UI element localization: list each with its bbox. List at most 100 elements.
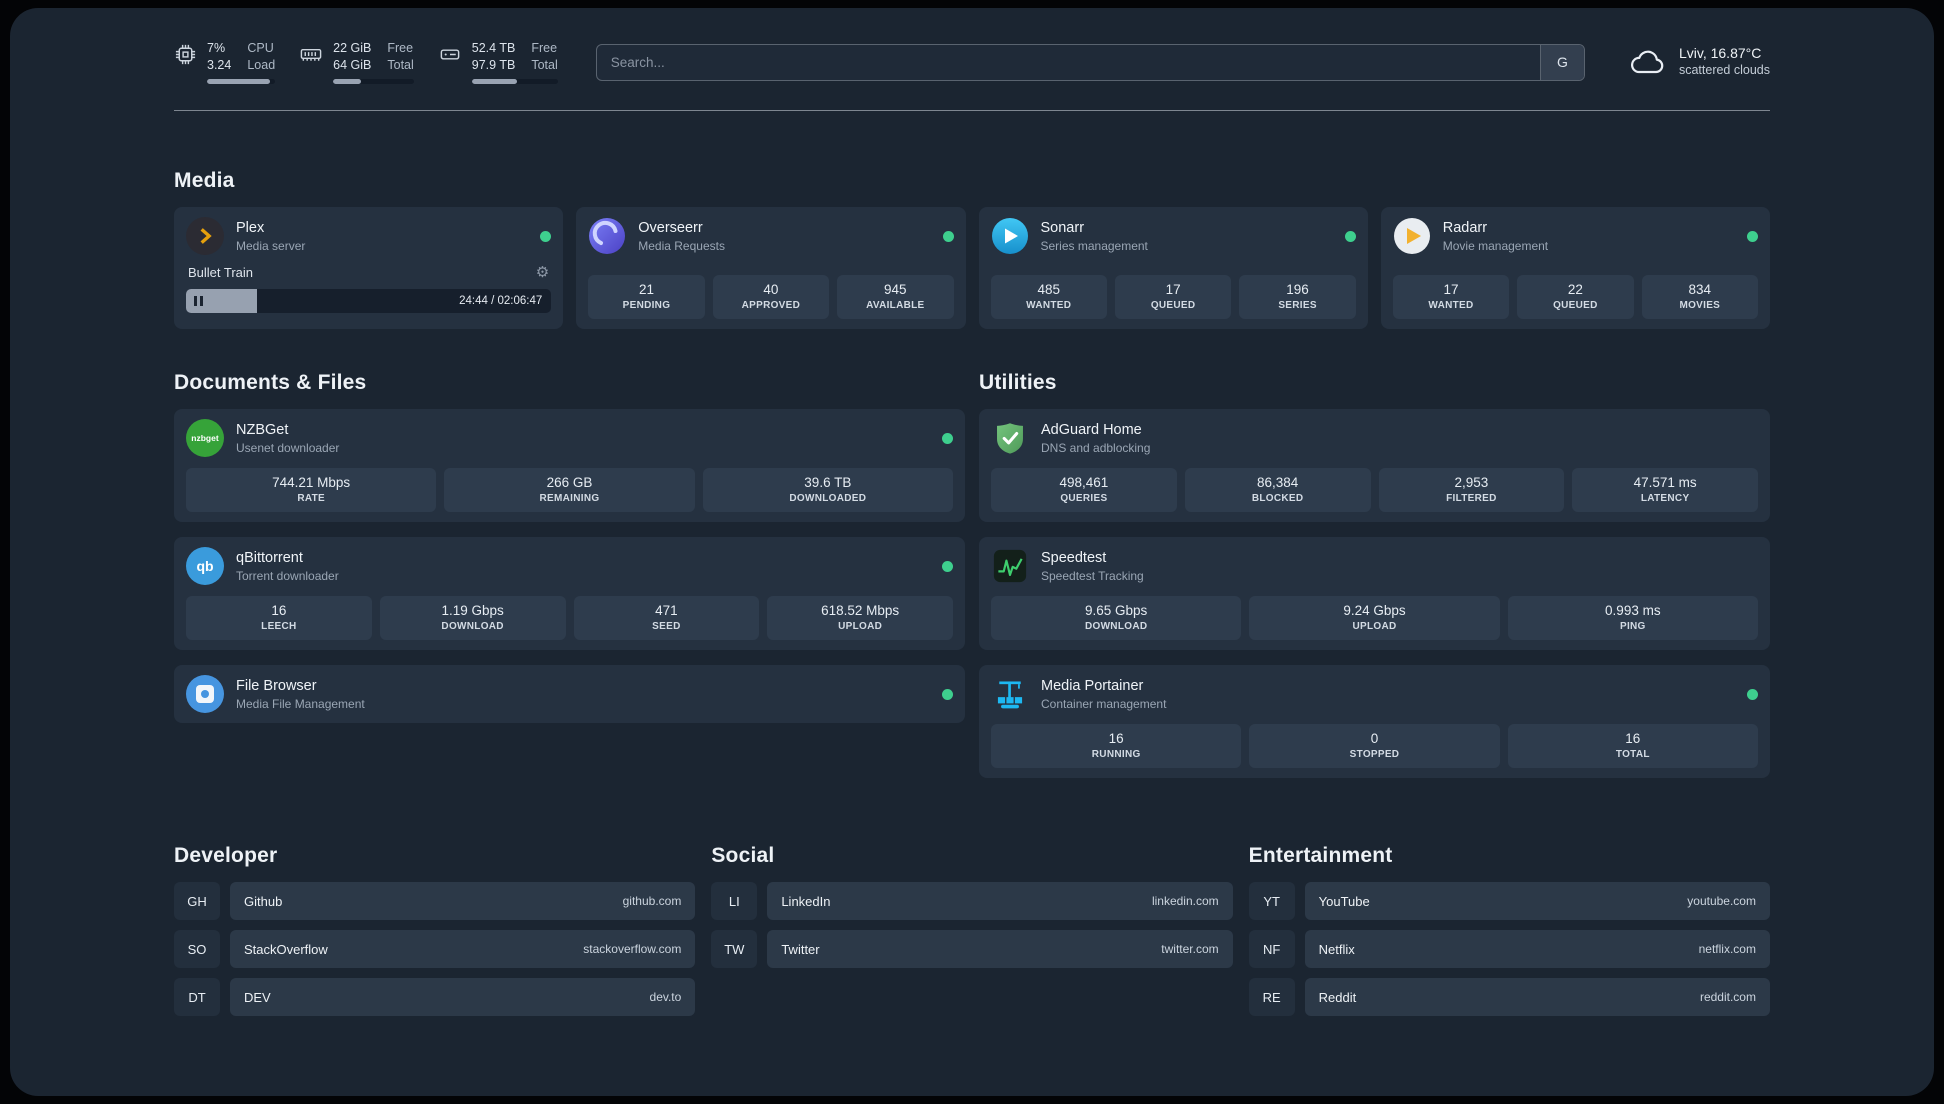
service-stats: 17 WANTED 22 QUEUED 834 MOVIES <box>1392 275 1759 319</box>
stat-value: 618.52 Mbps <box>821 603 900 618</box>
playback-progress-bar[interactable]: 24:44 / 02:06:47 <box>186 289 552 313</box>
status-dot <box>942 560 953 572</box>
service-desc: Media File Management <box>236 696 365 711</box>
stat-value: 47.571 ms <box>1633 475 1697 490</box>
bookmark-link[interactable]: YouTube youtube.com <box>1304 882 1770 920</box>
ram-bar-fill <box>333 79 361 84</box>
stat-value: 16 <box>1108 731 1124 746</box>
bookmark-item[interactable]: SO StackOverflow stackoverflow.com <box>174 930 696 968</box>
weather-condition: scattered clouds <box>1678 63 1770 77</box>
bookmark-item[interactable]: GH Github github.com <box>174 882 696 920</box>
stat-label: UPLOAD <box>1352 621 1397 632</box>
search-provider-button[interactable]: G <box>1539 44 1584 80</box>
screen: 7% 3.24 CPU Load 22 GiB 64 GiB Free Tota… <box>0 0 1944 1104</box>
status-dot <box>1344 230 1356 242</box>
bookmark-list: GH Github github.com SO StackOverflow stackov… <box>174 882 696 1016</box>
service-card-qbittorrent[interactable]: qb qBittorrent Torrent downloader 16 LEEC… <box>174 537 965 650</box>
service-desc: Media server <box>236 238 306 253</box>
bookmark-abbr[interactable]: GH <box>174 882 220 920</box>
service-card-overseerr[interactable]: Overseerr Media Requests 21 PENDING 40 APPR… <box>576 207 966 329</box>
bookmark-link[interactable]: DEV dev.to <box>230 978 696 1016</box>
bookmark-abbr[interactable]: TW <box>711 930 758 968</box>
gear-icon[interactable]: ⚙ <box>536 265 549 280</box>
bookmark-abbr[interactable]: RE <box>1248 978 1295 1016</box>
stat-label: SEED <box>652 621 681 632</box>
bookmark-item[interactable]: YT YouTube youtube.com <box>1248 882 1770 920</box>
stat-tile: 17 QUEUED <box>1114 275 1232 319</box>
weather-location: Lviv, 16.87°C <box>1678 45 1762 61</box>
stat-tile: 2,953 FILTERED <box>1378 468 1565 512</box>
stat-label: BLOCKED <box>1251 493 1304 504</box>
stat-value: 16 <box>271 603 287 618</box>
social-bookmarks: Social LI LinkedIn linkedin.com TW Twitter tw… <box>711 844 1233 968</box>
status-dot <box>942 432 953 444</box>
overseerr-icon <box>588 217 626 255</box>
service-name: File Browser <box>236 677 317 694</box>
stat-value: 0.993 ms <box>1605 603 1661 618</box>
bookmark-item[interactable]: RE Reddit reddit.com <box>1248 978 1770 1016</box>
bookmark-abbr[interactable]: YT <box>1248 882 1295 920</box>
bookmark-item[interactable]: TW Twitter twitter.com <box>711 930 1233 968</box>
bookmark-abbr[interactable]: DT <box>174 978 220 1016</box>
bookmark-link[interactable]: Twitter twitter.com <box>767 930 1233 968</box>
filebrowser-icon <box>186 675 224 713</box>
service-name: Speedtest <box>1041 549 1107 566</box>
plex-icon <box>186 217 224 255</box>
service-name: NZBGet <box>236 421 289 438</box>
bookmark-link[interactable]: LinkedIn linkedin.com <box>767 882 1233 920</box>
section-title-entertainment: Entertainment <box>1248 844 1393 867</box>
stat-tile: 47.571 ms LATENCY <box>1572 468 1758 512</box>
service-card-filebrowser[interactable]: File Browser Media File Management <box>174 665 965 723</box>
stat-tile: 0.993 ms PING <box>1507 596 1758 640</box>
stat-value: 39.6 TB <box>804 475 852 490</box>
service-card-radarr[interactable]: Radarr Movie management 17 WANTED 22 QUEUED… <box>1380 207 1770 329</box>
stat-value: 498,461 <box>1059 475 1109 490</box>
search-input[interactable] <box>596 44 1540 80</box>
cpu-load-label: Load <box>247 58 276 72</box>
nzbget-icon: nzbget <box>186 419 224 457</box>
service-name: qBittorrent <box>236 549 303 566</box>
stat-value: 22 <box>1567 282 1583 297</box>
bookmark-link[interactable]: StackOverflow stackoverflow.com <box>230 930 696 968</box>
now-playing-title: Bullet Train <box>188 265 254 280</box>
bookmark-abbr[interactable]: NF <box>1248 930 1295 968</box>
qbittorrent-icon: qb <box>186 547 224 585</box>
service-card-plex[interactable]: Plex Media server Bullet Train ⚙ 24:44 /… <box>174 207 564 329</box>
service-card-sonarr[interactable]: Sonarr Series management 485 WANTED 17 QUEU… <box>978 207 1368 329</box>
stat-value: 945 <box>884 282 907 297</box>
stat-value: 17 <box>1165 282 1181 297</box>
bookmark-item[interactable]: LI LinkedIn linkedin.com <box>711 882 1233 920</box>
cpu-bar-fill <box>207 79 271 84</box>
stat-tile: 1.19 Gbps DOWNLOAD <box>379 596 566 640</box>
stat-label: LEECH <box>261 621 297 632</box>
pause-icon[interactable] <box>194 296 203 306</box>
bookmark-url: twitter.com <box>1161 942 1219 956</box>
service-card-nzbget[interactable]: nzbget NZBGet Usenet downloader 744.21 M… <box>174 409 965 522</box>
bookmark-item[interactable]: DT DEV dev.to <box>174 978 696 1016</box>
service-stats: 485 WANTED 17 QUEUED 196 SERIES <box>990 275 1356 319</box>
service-stats: 16 LEECH 1.19 Gbps DOWNLOAD 471 SEED 618.52 Mb… <box>186 596 953 640</box>
service-card-adguard[interactable]: AdGuard Home DNS and adblocking 498,461 Q… <box>979 409 1770 522</box>
stat-label: TOTAL <box>1615 749 1650 760</box>
bookmark-name: StackOverflow <box>244 941 328 957</box>
bookmark-link[interactable]: Reddit reddit.com <box>1304 978 1770 1016</box>
stat-tile: 21 PENDING <box>588 275 705 319</box>
stat-tile: 9.65 Gbps DOWNLOAD <box>991 596 1242 640</box>
bookmark-url: youtube.com <box>1687 894 1756 908</box>
stat-tile: 17 WANTED <box>1392 275 1510 319</box>
stat-tile: 22 QUEUED <box>1517 275 1634 319</box>
radarr-icon <box>1393 217 1431 255</box>
section-title-utilities: Utilities <box>979 371 1057 394</box>
disk-total-value: 97.9 TB <box>471 58 516 72</box>
bookmark-abbr[interactable]: LI <box>711 882 758 920</box>
service-card-speedtest[interactable]: Speedtest Speedtest Tracking 9.65 Gbps DO… <box>979 537 1770 650</box>
bookmark-url: stackoverflow.com <box>583 942 682 956</box>
bookmark-item[interactable]: NF Netflix netflix.com <box>1248 930 1770 968</box>
topbar-divider <box>174 110 1770 111</box>
bookmark-link[interactable]: Github github.com <box>230 882 696 920</box>
bookmark-name: LinkedIn <box>781 893 831 909</box>
stat-label: AVAILABLE <box>866 300 925 311</box>
service-card-portainer[interactable]: Media Portainer Container management 16 R… <box>979 665 1770 778</box>
bookmark-link[interactable]: Netflix netflix.com <box>1304 930 1770 968</box>
bookmark-abbr[interactable]: SO <box>174 930 220 968</box>
